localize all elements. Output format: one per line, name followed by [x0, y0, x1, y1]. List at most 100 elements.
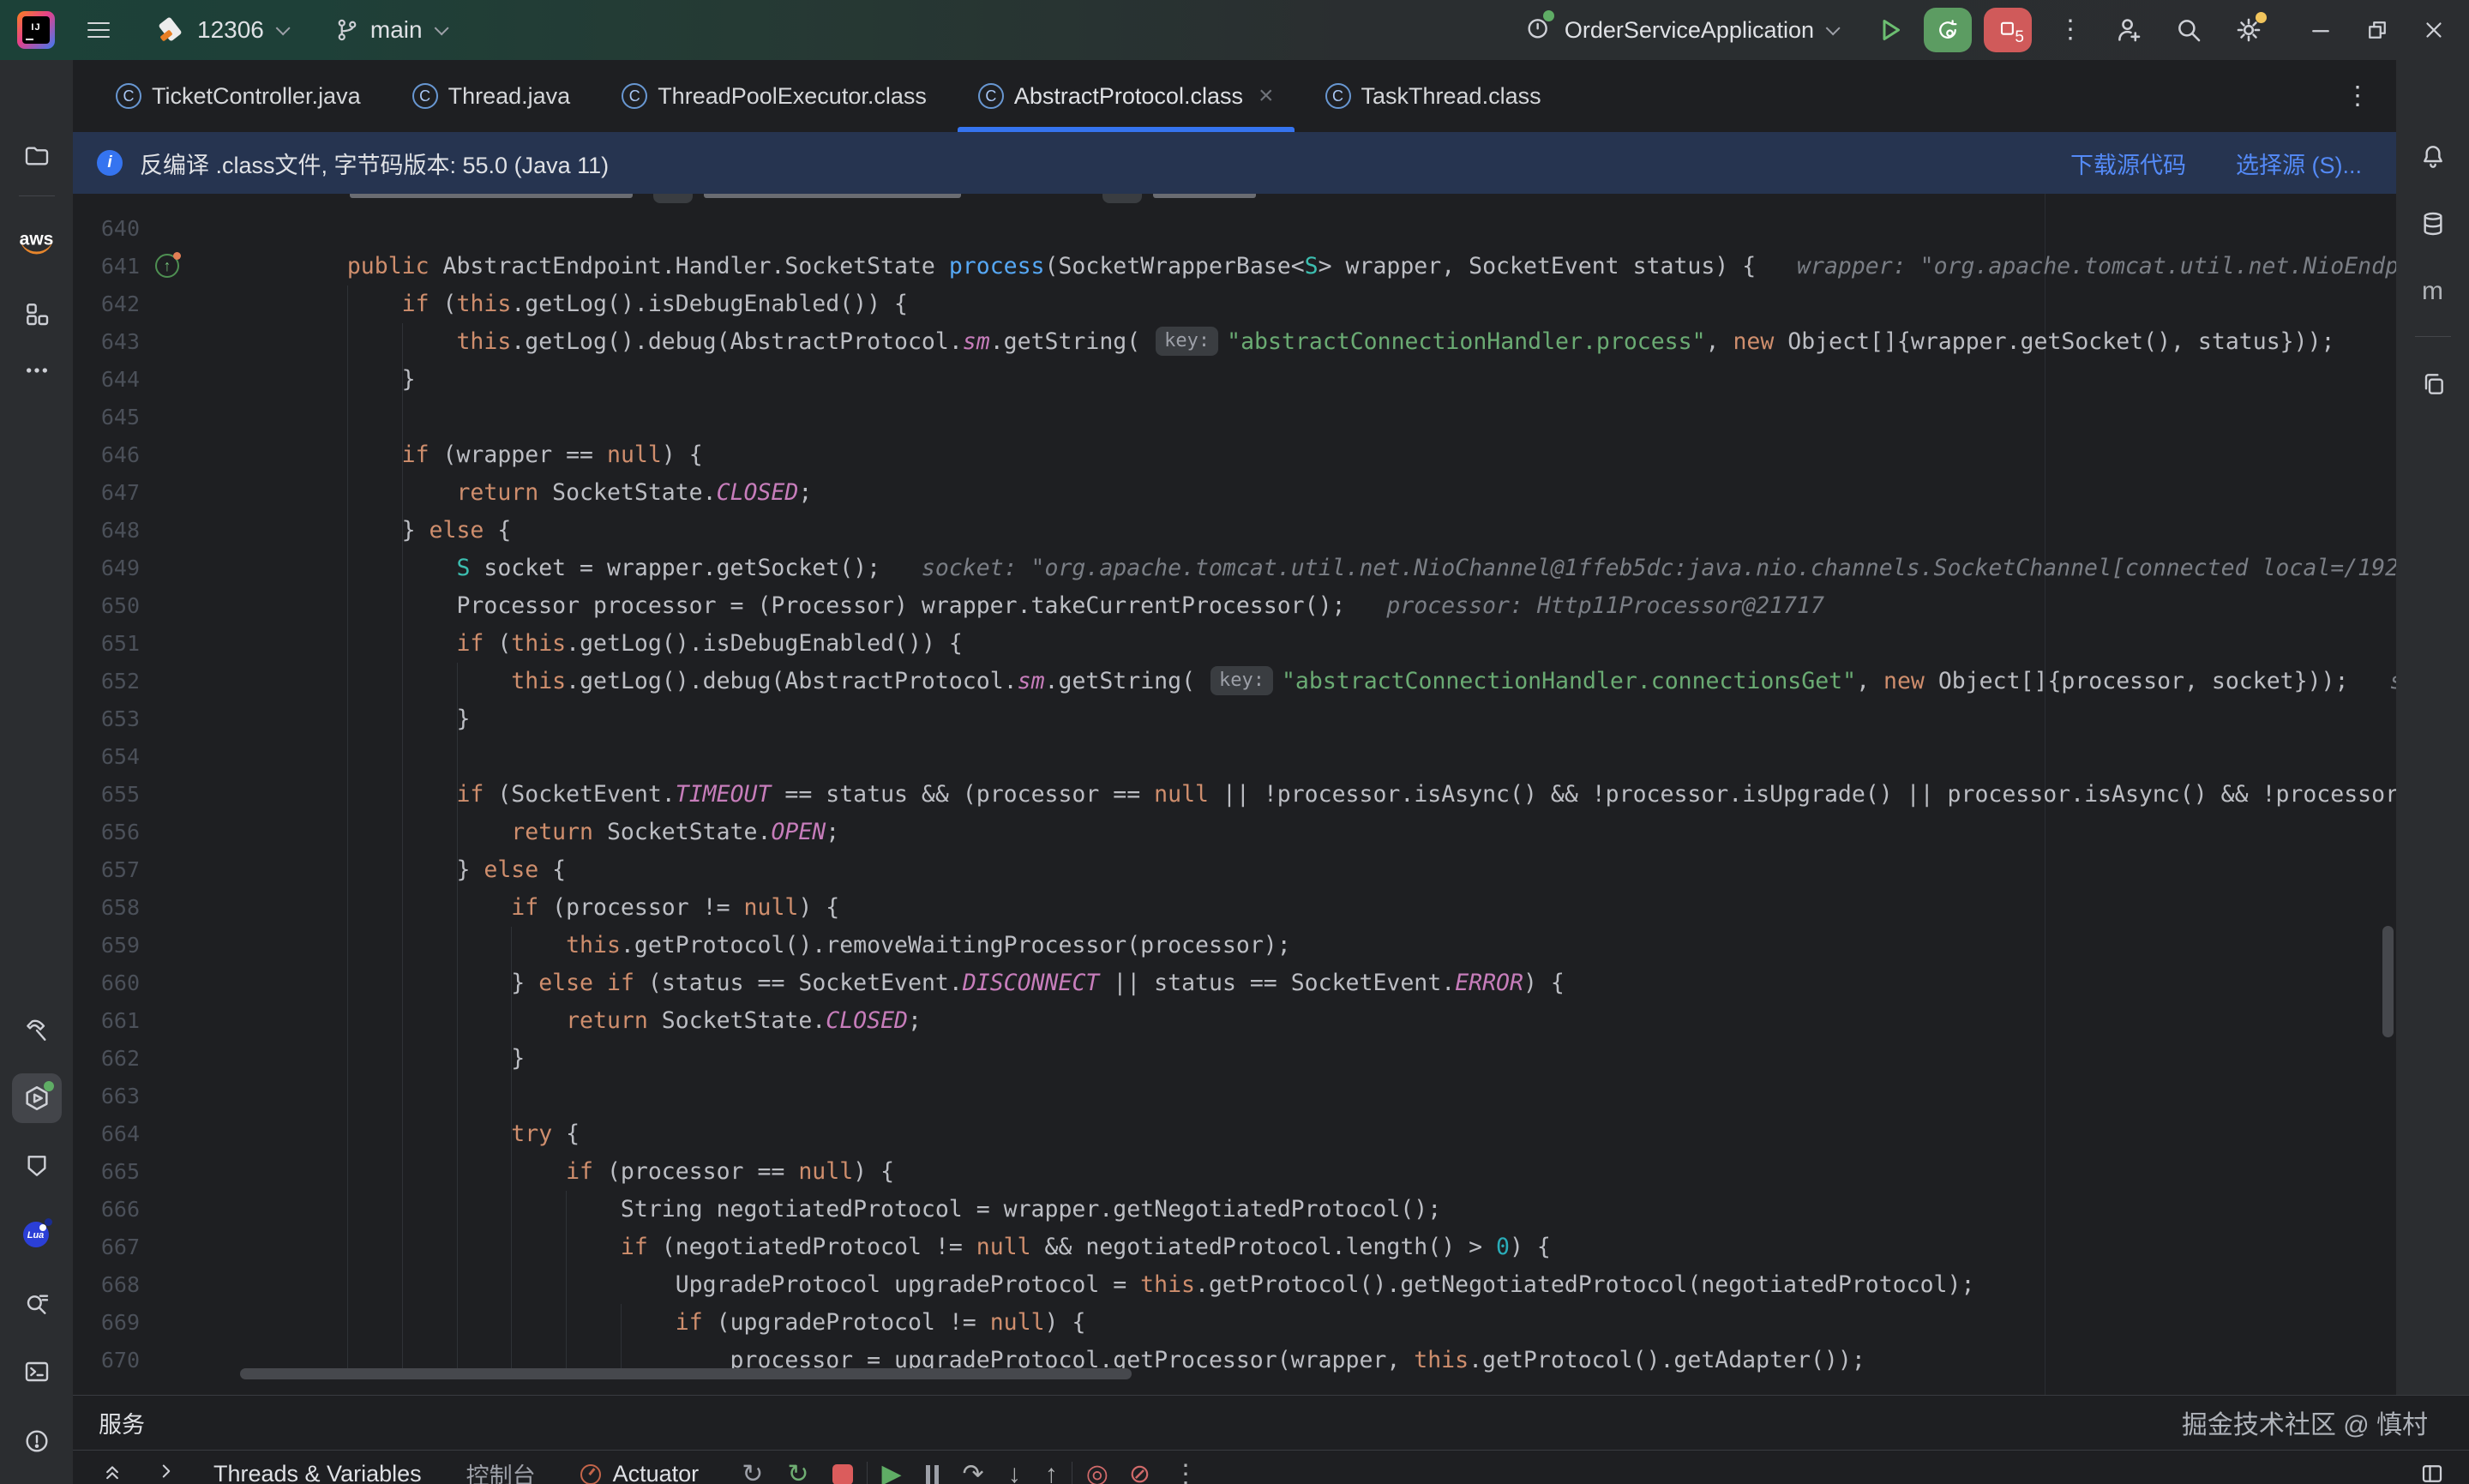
choose-sources-link[interactable]: 选择源 (S)...: [2236, 147, 2362, 180]
line-number[interactable]: 661: [73, 1002, 140, 1040]
code-line-659[interactable]: 659 this.getProtocol().removeWaitingProc…: [73, 927, 2396, 964]
settings-button[interactable]: [2234, 15, 2263, 45]
code-line-partial[interactable]: [73, 194, 2396, 210]
branch-widget[interactable]: main: [334, 16, 445, 44]
code-line-660[interactable]: 660 } else if (status == SocketEvent.DIS…: [73, 964, 2396, 1002]
code-line-664[interactable]: 664 try {: [73, 1115, 2396, 1153]
code-line-668[interactable]: 668 UpgradeProtocol upgradeProtocol = th…: [73, 1266, 2396, 1304]
code-line-666[interactable]: 666 String negotiatedProtocol = wrapper.…: [73, 1191, 2396, 1229]
hide-panel-button[interactable]: [100, 1459, 124, 1484]
line-number[interactable]: 649: [73, 550, 140, 587]
line-number[interactable]: 655: [73, 776, 140, 814]
line-number[interactable]: 640: [73, 210, 140, 248]
structure-tool-button[interactable]: [23, 300, 51, 327]
tab-actuator[interactable]: Actuator: [613, 1461, 700, 1484]
code-line-654[interactable]: 654: [73, 738, 2396, 776]
download-sources-link[interactable]: 下载源代码: [2070, 147, 2186, 180]
step-out-icon[interactable]: ↑: [1045, 1462, 1058, 1484]
database-tool-button[interactable]: [2419, 210, 2447, 237]
line-number[interactable]: 653: [73, 700, 140, 738]
view-breakpoints-icon[interactable]: ◎: [1086, 1462, 1108, 1484]
project-widget[interactable]: 12306: [159, 16, 286, 44]
maven-tool-button[interactable]: m: [2422, 277, 2443, 306]
code-line-662[interactable]: 662 }: [73, 1040, 2396, 1078]
resume-icon[interactable]: ▶: [881, 1462, 901, 1484]
code-line-653[interactable]: 653 }: [73, 700, 2396, 738]
line-number[interactable]: 664: [73, 1115, 140, 1153]
code-line-667[interactable]: 667 if (negotiatedProtocol != null && ne…: [73, 1229, 2396, 1266]
line-number[interactable]: 641: [73, 248, 140, 285]
line-number[interactable]: 660: [73, 964, 140, 1002]
aws-tool-button[interactable]: aws: [20, 230, 54, 255]
code-line-652[interactable]: 652 this.getLog().debug(AbstractProtocol…: [73, 663, 2396, 700]
stop-process-icon[interactable]: [832, 1464, 853, 1484]
line-number[interactable]: 667: [73, 1229, 140, 1266]
pause-icon[interactable]: [926, 1465, 939, 1484]
tab-thread[interactable]: C Thread.java: [387, 60, 597, 132]
line-number[interactable]: 666: [73, 1191, 140, 1229]
code-line-649[interactable]: 649 S socket = wrapper.getSocket(); sock…: [73, 550, 2396, 587]
line-number[interactable]: 652: [73, 663, 140, 700]
search-button[interactable]: [2174, 15, 2203, 45]
more-tool-windows-button[interactable]: [23, 357, 51, 384]
step-over-icon[interactable]: ↷: [963, 1462, 984, 1484]
code-line-645[interactable]: 645: [73, 399, 2396, 436]
code-line-640[interactable]: 640: [73, 210, 2396, 248]
line-number[interactable]: 647: [73, 474, 140, 512]
toolbar-more-icon[interactable]: ⋮: [1173, 1462, 1198, 1484]
line-number[interactable]: 657: [73, 851, 140, 889]
stop-button[interactable]: 5: [1984, 8, 2032, 52]
terminal-tool-button[interactable]: [23, 1358, 51, 1385]
lua-tool-button[interactable]: Lua: [23, 1220, 51, 1247]
rerun-icon[interactable]: ↻: [742, 1462, 763, 1484]
line-number[interactable]: 644: [73, 361, 140, 399]
step-into-icon[interactable]: ↓: [1008, 1462, 1021, 1484]
line-number[interactable]: 668: [73, 1266, 140, 1304]
code-line-656[interactable]: 656 return SocketState.OPEN;: [73, 814, 2396, 851]
code-line-646[interactable]: 646 if (wrapper == null) {: [73, 436, 2396, 474]
horizontal-scrollbar[interactable]: [240, 1368, 1132, 1379]
window-minimize-button[interactable]: [2308, 17, 2334, 43]
line-number[interactable]: 650: [73, 587, 140, 625]
vertical-scrollbar[interactable]: [2382, 926, 2394, 1037]
mute-breakpoints-icon[interactable]: ⊘: [1129, 1462, 1150, 1484]
tab-threads-variables[interactable]: Threads & Variables: [213, 1461, 422, 1484]
overrides-method-gutter-icon[interactable]: ↑: [155, 254, 179, 278]
line-number[interactable]: 642: [73, 285, 140, 323]
code-line-648[interactable]: 648 } else {: [73, 512, 2396, 550]
line-number[interactable]: 662: [73, 1040, 140, 1078]
code-line-669[interactable]: 669 if (upgradeProtocol != null) {: [73, 1304, 2396, 1342]
window-close-button[interactable]: [2421, 17, 2447, 43]
tab-abstractprotocol[interactable]: C AbstractProtocol.class ×: [952, 60, 1300, 132]
code-line-642[interactable]: 642 if (this.getLog().isDebugEnabled()) …: [73, 285, 2396, 323]
dependencies-tool-button[interactable]: [2419, 370, 2447, 398]
window-restore-button[interactable]: [2364, 17, 2390, 43]
find-tool-button[interactable]: [23, 1290, 51, 1318]
rerun-debug-button[interactable]: [1924, 8, 1972, 52]
expand-tree-button[interactable]: [155, 1460, 177, 1484]
code-line-650[interactable]: 650 Processor processor = (Processor) wr…: [73, 587, 2396, 625]
layout-settings-button[interactable]: [2419, 1461, 2445, 1484]
more-actions-icon[interactable]: ⋮: [2058, 17, 2083, 43]
code-line-658[interactable]: 658 if (processor != null) {: [73, 889, 2396, 927]
line-number[interactable]: 645: [73, 399, 140, 436]
line-number[interactable]: 646: [73, 436, 140, 474]
line-number[interactable]: 651: [73, 625, 140, 663]
line-number[interactable]: 654: [73, 738, 140, 776]
main-menu-icon[interactable]: [87, 17, 110, 43]
line-number[interactable]: 659: [73, 927, 140, 964]
problems-tool-button[interactable]: [23, 1427, 51, 1455]
notifications-tool-button[interactable]: [2419, 142, 2447, 170]
build-tool-button[interactable]: [23, 1017, 51, 1044]
line-number[interactable]: 663: [73, 1078, 140, 1115]
services-tool-button[interactable]: [12, 1073, 62, 1123]
line-number[interactable]: 665: [73, 1153, 140, 1191]
code-editor[interactable]: 640641↑ public AbstractEndpoint.Handler.…: [73, 194, 2396, 1395]
line-number[interactable]: 643: [73, 323, 140, 361]
code-line-661[interactable]: 661 return SocketState.CLOSED;: [73, 1002, 2396, 1040]
code-line-663[interactable]: 663: [73, 1078, 2396, 1115]
tab-console[interactable]: 控制台: [466, 1457, 536, 1484]
code-line-647[interactable]: 647 return SocketState.CLOSED;: [73, 474, 2396, 512]
code-line-641[interactable]: 641↑ public AbstractEndpoint.Handler.Soc…: [73, 248, 2396, 285]
line-number[interactable]: 656: [73, 814, 140, 851]
